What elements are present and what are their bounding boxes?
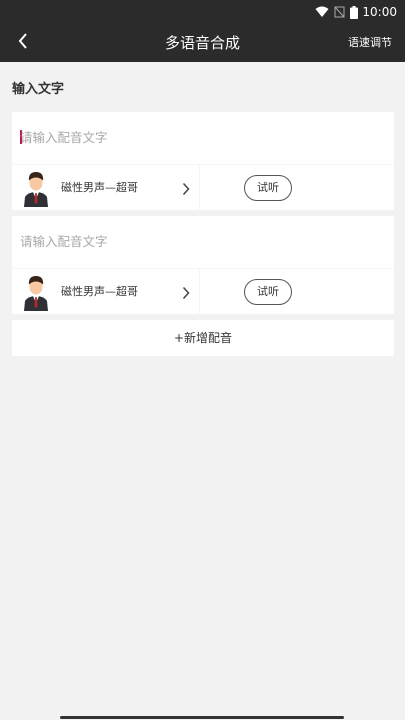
home-indicator: [60, 716, 344, 719]
voice-row: 磁性男声—超哥 试听: [12, 164, 394, 211]
speed-adjust-button[interactable]: 语速调节: [348, 24, 392, 62]
voice-select[interactable]: 磁性男声—超哥: [12, 165, 200, 211]
status-time: 10:00: [362, 5, 397, 19]
voice-row: 磁性男声—超哥 试听: [12, 268, 394, 315]
voice-card: 磁性男声—超哥 试听: [12, 216, 394, 315]
back-button[interactable]: [8, 28, 38, 58]
listen-button[interactable]: 试听: [244, 279, 292, 305]
chevron-left-icon: [18, 33, 28, 53]
listen-button[interactable]: 试听: [244, 175, 292, 201]
wifi-icon: [315, 6, 329, 18]
chevron-right-icon: [182, 181, 190, 200]
dub-text-input[interactable]: [20, 224, 382, 258]
signal-off-icon: [334, 6, 345, 18]
chevron-right-icon: [182, 285, 190, 304]
voice-name: 磁性男声—超哥: [61, 181, 138, 194]
voice-card: 磁性男声—超哥 试听: [12, 112, 394, 211]
status-icons: [315, 5, 359, 19]
status-bar: 10:00: [0, 0, 405, 24]
section-label: 输入文字: [12, 82, 65, 97]
battery-icon: [350, 5, 359, 19]
add-voice-button[interactable]: +新增配音: [12, 320, 394, 356]
voice-select[interactable]: 磁性男声—超哥: [12, 269, 200, 315]
page-title: 多语音合成: [164, 34, 240, 52]
dub-text-input[interactable]: [20, 120, 382, 154]
app-bar: 多语音合成 语速调节: [0, 24, 405, 62]
voice-name: 磁性男声—超哥: [61, 285, 138, 298]
